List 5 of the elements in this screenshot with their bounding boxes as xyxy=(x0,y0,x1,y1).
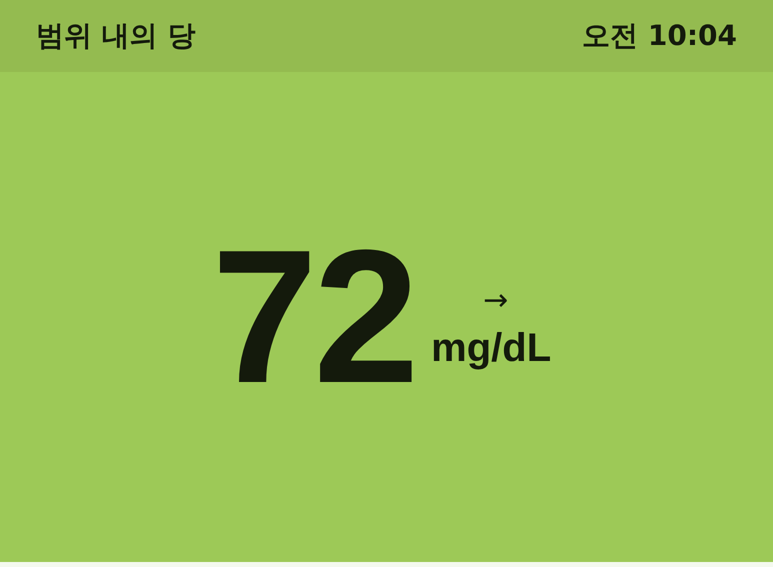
glucose-value: 72 xyxy=(212,222,416,412)
screen-title: 범위 내의 당 xyxy=(36,18,196,54)
trend-arrow: → xyxy=(483,286,508,316)
clock-time: 오전 10:04 xyxy=(582,18,737,54)
unit-label: mg/dL xyxy=(431,328,552,368)
